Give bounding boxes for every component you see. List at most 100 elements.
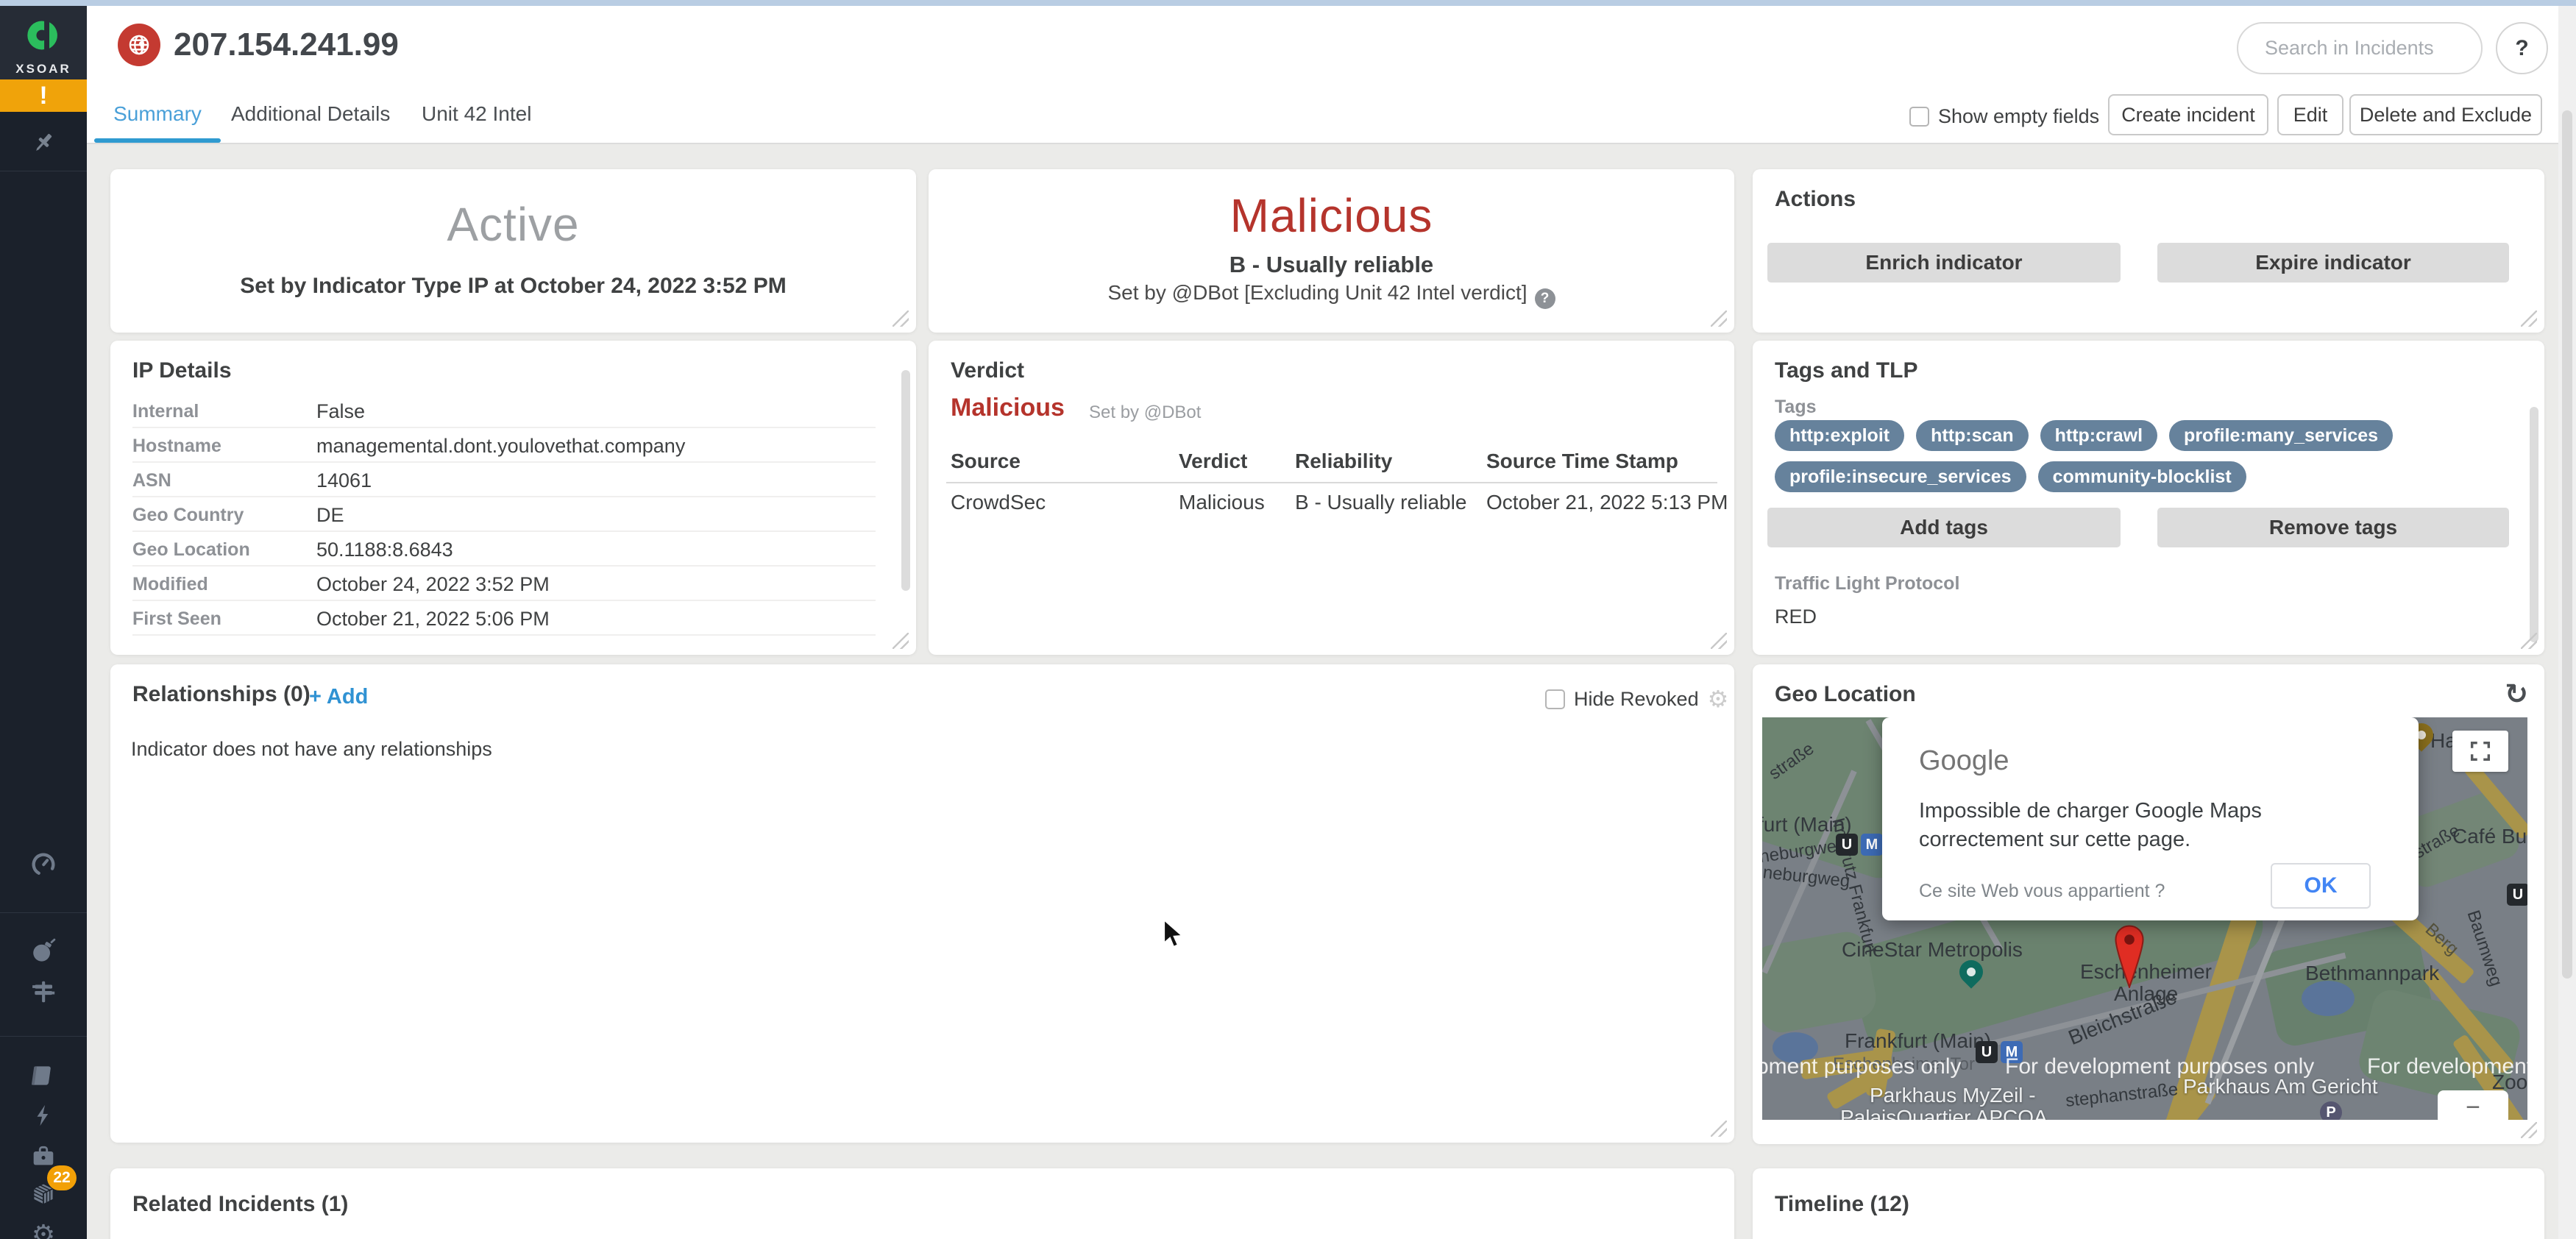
verdict-source-link[interactable]: CrowdSec: [951, 491, 1046, 514]
col-source: Source: [951, 450, 1021, 473]
verdict-set-by-text: Set by @DBot [Excluding Unit 42 Intel ve…: [1107, 281, 1527, 304]
verdict-table-row: CrowdSecMaliciousB - Usually reliableOct…: [929, 491, 1734, 528]
ip-detail-value: October 24, 2022 3:52 PM: [316, 573, 550, 596]
resize-handle[interactable]: [2521, 1122, 2537, 1138]
sidebar-item-dashboard[interactable]: [0, 845, 87, 884]
show-empty-fields-toggle[interactable]: Show empty fields: [1909, 105, 2099, 128]
page-title: 207.154.241.99: [174, 26, 399, 63]
sidebar-logo-block[interactable]: XSOAR: [0, 6, 87, 79]
map-label: Bethmannpark: [2305, 962, 2439, 985]
ip-detail-value: 14061: [316, 469, 372, 492]
ip-detail-label: ASN: [132, 470, 171, 491]
page-scrollbar-thumb[interactable]: [2562, 110, 2572, 979]
related-incidents-card: Related Incidents (1): [110, 1168, 1734, 1239]
map-label: Eschenheimer: [2080, 960, 2212, 984]
sidebar-item-alerts[interactable]: !: [0, 79, 87, 112]
show-empty-fields-label: Show empty fields: [1938, 105, 2099, 128]
expire-indicator-button[interactable]: Expire indicator: [2157, 243, 2509, 283]
verdict-card: Verdict Malicious Set by @DBot Source Ve…: [929, 341, 1734, 655]
tag-chip[interactable]: profile:many_services: [2169, 420, 2393, 451]
edit-button[interactable]: Edit: [2277, 94, 2343, 135]
dialog-message: Impossible de charger Google Maps correc…: [1919, 797, 2331, 854]
tags-tlp-card: Tags and TLP Tags http:exploithttp:scanh…: [1753, 341, 2544, 655]
map-watermark: pment purposes only: [1762, 1054, 1962, 1079]
signpost-icon: [29, 978, 57, 1006]
help-button[interactable]: ?: [2496, 22, 2548, 74]
add-relationship-link[interactable]: + Add: [309, 685, 368, 709]
tab-label: Additional Details: [231, 102, 390, 126]
google-map[interactable]: straßefurt (Main)neburgwegIneburgwegIm T…: [1762, 717, 2527, 1120]
resize-handle[interactable]: [893, 633, 909, 649]
verdict-title: Verdict: [951, 358, 1024, 383]
marketplace-count-badge: 22: [47, 1165, 77, 1190]
create-incident-button[interactable]: Create incident: [2108, 94, 2268, 135]
tab-unit42-intel[interactable]: Unit 42 Intel: [422, 85, 531, 143]
add-tags-button[interactable]: Add tags: [1767, 508, 2121, 547]
hide-revoked-checkbox[interactable]: [1545, 689, 1565, 709]
transit-badge: U: [1836, 834, 1858, 856]
transit-badge: M: [1861, 834, 1883, 856]
tag-chip[interactable]: http:scan: [1916, 420, 2029, 451]
sidebar-item-playbooks[interactable]: [0, 1057, 87, 1095]
resize-handle[interactable]: [893, 310, 909, 327]
dialog-ok-button[interactable]: OK: [2271, 863, 2371, 909]
map-label: Parkhaus MyZeil -: [1870, 1084, 2036, 1107]
sidebar-item-pinned[interactable]: [0, 124, 87, 162]
page-header: 207.154.241.99 ?: [87, 6, 2576, 85]
ip-detail-label: Internal: [132, 401, 199, 422]
transit-badge: U: [2507, 884, 2527, 906]
help-tooltip-icon[interactable]: ?: [1535, 288, 1555, 309]
bomb-icon: [29, 937, 57, 965]
resize-handle[interactable]: [1711, 1121, 1727, 1137]
search-input[interactable]: [2237, 22, 2483, 74]
sidebar-item-incidents[interactable]: [0, 931, 87, 970]
map-zoom-out-button[interactable]: −: [2438, 1090, 2508, 1120]
relationships-settings-gear-icon[interactable]: ⚙: [1708, 685, 1729, 713]
sidebar-item-marketplace[interactable]: 22: [0, 1174, 87, 1213]
ip-detail-value: October 21, 2022 5:06 PM: [316, 608, 550, 631]
resize-handle[interactable]: [1711, 310, 1727, 327]
ip-detail-label: Hostname: [132, 436, 221, 457]
map-label: Café Bu: [2452, 825, 2527, 848]
resize-handle[interactable]: [2521, 633, 2537, 649]
ip-detail-value: 50.1188:8.6843: [316, 539, 453, 561]
enrich-indicator-button[interactable]: Enrich indicator: [1767, 243, 2121, 283]
map-label: PalaisQuartier APCOA: [1840, 1106, 2048, 1120]
map-fullscreen-button[interactable]: [2452, 731, 2508, 772]
refresh-icon[interactable]: ↻: [2505, 678, 2528, 710]
sidebar-item-settings[interactable]: ⚙: [0, 1215, 87, 1239]
tag-chip[interactable]: community-blocklist: [2038, 461, 2246, 492]
indicator-status-subtitle: Set by Indicator Type IP at October 24, …: [110, 274, 916, 299]
delete-and-exclude-button[interactable]: Delete and Exclude: [2349, 94, 2542, 135]
sidebar-item-automation[interactable]: [0, 1096, 87, 1135]
google-logo-text: Google: [1919, 745, 2009, 777]
page-scrollbar[interactable]: [2558, 0, 2576, 1239]
ip-detail-row: ModifiedOctober 24, 2022 3:52 PM: [132, 567, 876, 601]
map-label: CineStar Metropolis: [1842, 938, 2023, 962]
ip-details-table: InternalFalseHostnamemanagemental.dont.y…: [132, 394, 876, 636]
relationships-empty-message: Indicator does not have any relationship…: [131, 738, 492, 761]
remove-tags-button[interactable]: Remove tags: [2157, 508, 2509, 547]
hide-revoked-toggle[interactable]: Hide Revoked ⚙: [1545, 685, 1728, 713]
tag-chip[interactable]: http:exploit: [1775, 420, 1904, 451]
resize-handle[interactable]: [1711, 633, 1727, 649]
ip-detail-label: First Seen: [132, 608, 221, 630]
map-marker-pin[interactable]: [2114, 925, 2145, 988]
tlp-value: RED: [1775, 606, 1817, 628]
tag-chip[interactable]: profile:insecure_services: [1775, 461, 2026, 492]
sidebar-divider: [0, 1036, 87, 1037]
tab-summary[interactable]: Summary: [94, 85, 221, 143]
ip-detail-row: Hostnamemanagemental.dont.youlovethat.co…: [132, 428, 876, 463]
gear-icon: ⚙: [32, 1220, 55, 1239]
tab-additional-details[interactable]: Additional Details: [231, 85, 390, 143]
show-empty-fields-checkbox[interactable]: [1909, 107, 1929, 127]
tag-chip[interactable]: http:crawl: [2040, 420, 2157, 451]
sidebar-item-indicators[interactable]: [0, 973, 87, 1011]
resize-handle[interactable]: [2521, 310, 2537, 327]
card-scrollbar[interactable]: [901, 370, 910, 591]
verdict-set-by: Set by @DBot [Excluding Unit 42 Intel ve…: [929, 281, 1734, 309]
card-scrollbar[interactable]: [2530, 407, 2538, 642]
verdict-panel-value: Malicious: [951, 394, 1065, 422]
ip-detail-value: DE: [316, 504, 344, 527]
globe-pin-icon: [127, 32, 152, 57]
